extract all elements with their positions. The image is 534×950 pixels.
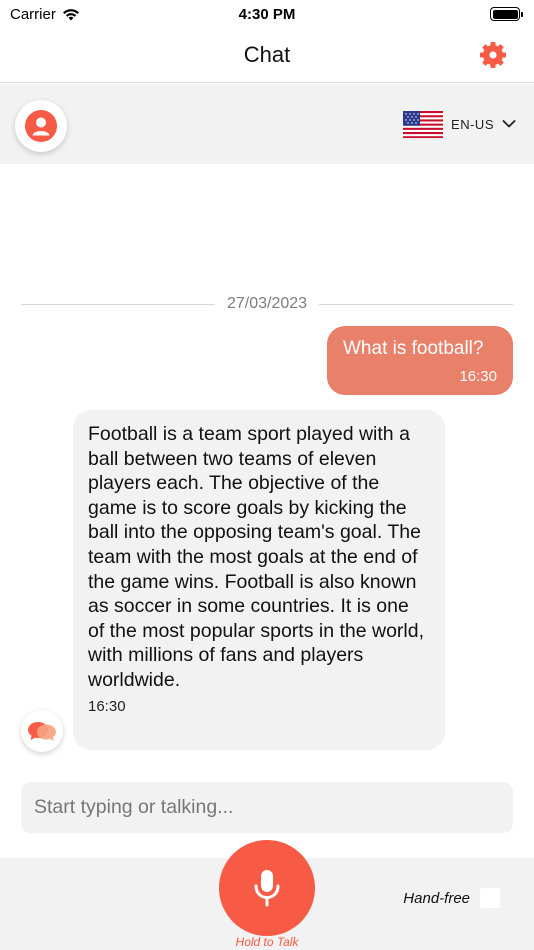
hands-free-checkbox[interactable] <box>480 888 500 908</box>
bot-avatar <box>21 710 63 752</box>
chevron-down-icon <box>502 120 516 128</box>
date-separator: 27/03/2023 <box>21 294 514 314</box>
hold-to-talk-label: Hold to Talk <box>235 935 299 949</box>
microphone-icon <box>254 870 280 907</box>
status-bar: Carrier 4:30 PM <box>0 0 534 28</box>
battery-icon <box>490 7 523 21</box>
language-code: EN-US <box>451 116 494 132</box>
profile-button[interactable] <box>15 100 67 152</box>
user-message-text: What is football? <box>343 338 484 359</box>
divider <box>21 303 215 305</box>
page-title: Chat <box>243 42 291 67</box>
user-message-time: 16:30 <box>459 368 497 385</box>
status-time: 4:30 PM <box>238 5 296 23</box>
chat-bubbles-icon <box>28 722 56 741</box>
language-selector[interactable]: EN-US <box>403 110 516 138</box>
divider <box>319 303 514 305</box>
bot-message-bubble[interactable]: Football is a team sport played with a b… <box>73 410 445 750</box>
user-icon <box>25 110 57 142</box>
hands-free-label: Hand-free <box>403 889 470 907</box>
hands-free-toggle[interactable]: Hand-free <box>403 888 500 908</box>
bot-message-text: Football is a team sport played with a b… <box>88 423 425 691</box>
gear-icon <box>480 42 506 68</box>
us-flag-icon <box>403 110 444 138</box>
message-input[interactable] <box>21 782 513 833</box>
chat-toolbar: EN-US <box>0 84 534 164</box>
hold-to-talk-button[interactable] <box>219 840 315 936</box>
bot-message-time: 16:30 <box>88 697 126 715</box>
settings-button[interactable] <box>478 40 508 70</box>
user-message-bubble[interactable]: What is football? 16:30 <box>327 326 513 395</box>
date-label: 27/03/2023 <box>226 295 308 312</box>
message-composer <box>21 782 513 833</box>
nav-bar: Chat <box>0 28 534 83</box>
